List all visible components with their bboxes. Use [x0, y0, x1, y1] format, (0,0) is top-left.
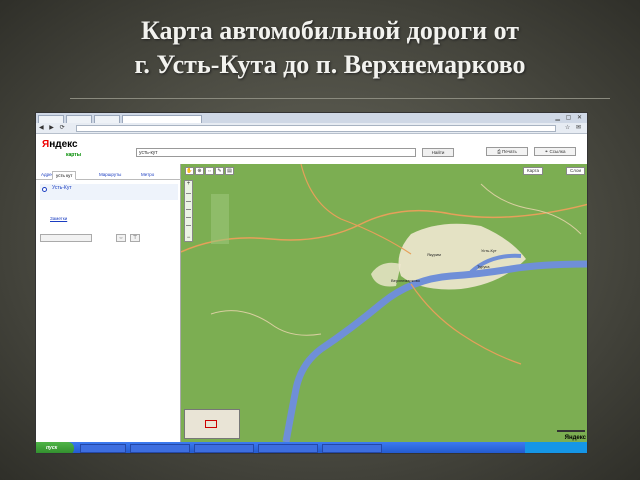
map-label-verkhnemarkovo: Верхнемарково: [391, 278, 421, 283]
ruler-icon[interactable]: ⇔: [116, 234, 126, 242]
minimap-viewport: [205, 420, 217, 428]
slide-title: Карта автомобильной дороги от г. Усть-Ку…: [60, 14, 600, 82]
ruler-tool-icon[interactable]: ⇔: [205, 167, 214, 175]
zoom-tick: [186, 209, 191, 210]
layers-button[interactable]: Слои: [566, 167, 585, 175]
taskbar-item[interactable]: [258, 444, 318, 453]
zoom-tick: [186, 217, 191, 218]
result-name[interactable]: Усть-Кут: [52, 185, 72, 191]
taskbar-item[interactable]: [130, 444, 190, 453]
taskbar-item[interactable]: [194, 444, 254, 453]
report-error-button[interactable]: [40, 234, 92, 242]
search-sidebar: Адрес усть кут Маршруты Метро Усть-Кут З…: [36, 164, 181, 442]
hand-icon[interactable]: ✋: [185, 167, 194, 175]
layers-tool-icon[interactable]: ▤: [225, 167, 234, 175]
print-button[interactable]: ⎙ Печать: [486, 147, 528, 156]
zoom-slider[interactable]: + −: [184, 180, 193, 242]
browser-tab[interactable]: [66, 115, 92, 123]
sidebar-tabs: Адрес усть кут Маршруты Метро: [36, 170, 181, 180]
map-label-turuka: Турука: [477, 264, 490, 269]
marker-tool-icon[interactable]: ✎: [215, 167, 224, 175]
service-links: [136, 137, 166, 142]
slide-title-line-1: Карта автомобильной дороги от: [140, 16, 519, 45]
windows-taskbar: пуск: [36, 442, 587, 453]
browser-tab[interactable]: [94, 115, 120, 123]
browser-tab-strip: ▁ ▢ ✕: [36, 113, 587, 123]
screenshot-window: ▁ ▢ ✕ ◀ ▶ ⟳ ☆ ✉ Яндекс карты усть-кут На…: [35, 112, 588, 454]
logo-subtitle: карты: [66, 152, 81, 158]
logo-rest: ндекс: [49, 139, 78, 150]
yandex-logo[interactable]: Яндекс: [42, 139, 78, 150]
taskbar-item[interactable]: [80, 444, 126, 453]
map-type-button[interactable]: Карта: [522, 167, 543, 175]
zoom-area-icon[interactable]: ⊕: [195, 167, 204, 175]
browser-tab[interactable]: [38, 115, 64, 123]
result-pin-icon: [42, 187, 47, 192]
tab-routes[interactable]: Маршруты: [96, 171, 124, 180]
slide-title-line-2: г. Усть-Кута до п. Верхнемарково: [134, 50, 526, 79]
search-result-item[interactable]: Усть-Кут: [40, 184, 178, 200]
taskbar-item[interactable]: [322, 444, 382, 453]
address-bar-row: ◀ ▶ ⟳ ☆ ✉: [36, 123, 587, 134]
overview-minimap[interactable]: [184, 409, 240, 439]
yandex-header: Яндекс карты усть-кут Найти ⎙ Печать ⚭ С…: [36, 134, 587, 164]
zoom-tick: [186, 225, 191, 226]
zoom-in-icon[interactable]: +: [185, 181, 192, 187]
map-canvas: [181, 164, 587, 442]
tab-metro[interactable]: Метро: [138, 171, 157, 180]
map-label-yakurim: Якурим: [427, 252, 441, 257]
zoom-tick: [186, 201, 191, 202]
save-link[interactable]: Заметки: [50, 216, 67, 221]
map-view[interactable]: ✋ ⊕ ⇔ ✎ ▤ + − Карта Слои Якурим Усть-Кут Тур…: [181, 164, 587, 442]
zoom-out-icon[interactable]: −: [185, 235, 192, 241]
system-tray: [525, 442, 587, 453]
find-button[interactable]: Найти: [422, 148, 454, 157]
map-label-ust-kut: Усть-Кут: [481, 248, 497, 253]
link-label: Ссылка: [549, 149, 566, 154]
print-label: Печать: [502, 149, 517, 154]
sidebar-actions: ⇔ ⊤: [40, 234, 178, 243]
browser-tools[interactable]: ☆ ✉: [565, 125, 583, 132]
search-input[interactable]: усть-кут: [136, 148, 416, 157]
title-divider: [70, 98, 610, 99]
pin-icon[interactable]: ⊤: [130, 234, 140, 242]
url-field[interactable]: [76, 125, 556, 132]
tab-search-active[interactable]: усть кут: [52, 171, 77, 180]
map-toolbar: ✋ ⊕ ⇔ ✎ ▤: [185, 167, 235, 175]
clearing-area: [211, 194, 229, 244]
scale-bar: [557, 430, 585, 432]
window-controls[interactable]: ▁ ▢ ✕: [555, 114, 584, 122]
link-button[interactable]: ⚭ Ссылка: [534, 147, 576, 156]
map-yandex-logo[interactable]: Яндекс: [565, 435, 586, 441]
zoom-tick: [186, 193, 191, 194]
browser-tab-active[interactable]: [122, 115, 202, 123]
sidebar-footer-links: [40, 248, 64, 253]
start-button[interactable]: пуск: [36, 442, 74, 453]
nav-buttons[interactable]: ◀ ▶ ⟳: [39, 125, 67, 132]
